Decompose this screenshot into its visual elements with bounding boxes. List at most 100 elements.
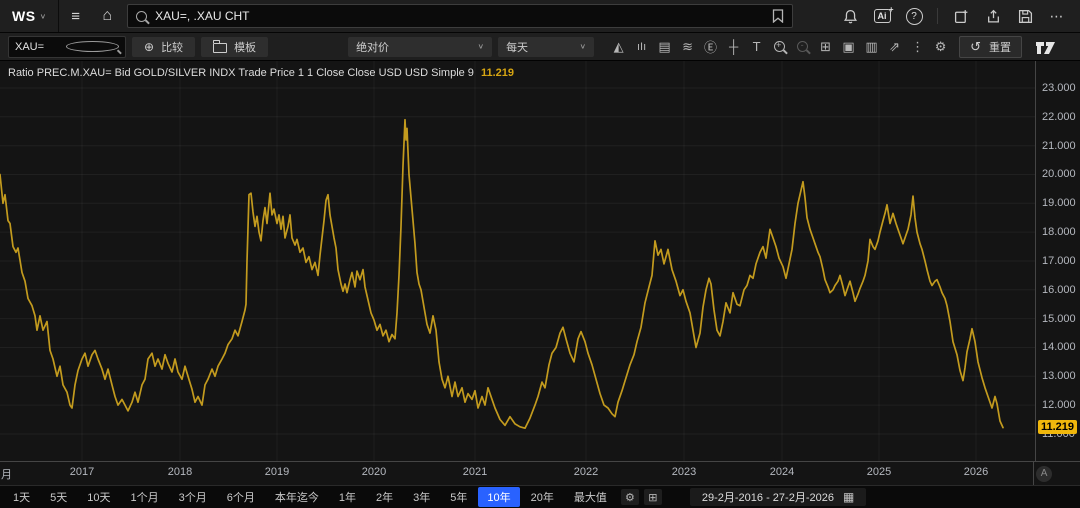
last-price-badge: 11.219 bbox=[1038, 420, 1077, 434]
date-range-value: 29-2月-2016 - 27-2月-2026 bbox=[702, 489, 834, 505]
waves-icon[interactable]: ≋ bbox=[679, 37, 696, 57]
tradingview-logo[interactable] bbox=[1036, 40, 1055, 54]
template-label: 模板 bbox=[234, 39, 256, 55]
range-button-本年迄今[interactable]: 本年迄今 bbox=[266, 487, 328, 507]
save-button[interactable] bbox=[1012, 0, 1038, 32]
time-axis-label: 2018 bbox=[158, 466, 202, 478]
share-icon bbox=[986, 9, 1001, 24]
more-icon: ⋯ bbox=[1050, 8, 1065, 25]
price-axis[interactable]: 23.00022.00021.00020.00019.00018.00017.0… bbox=[1035, 61, 1080, 461]
notifications-bell-button[interactable] bbox=[837, 0, 863, 32]
topbar-right-icons: Ai+ ? ⋯ bbox=[837, 0, 1080, 32]
measure-icon[interactable]: ┼ bbox=[725, 37, 742, 57]
price-mode-select[interactable]: 绝对价 ∨ bbox=[348, 37, 492, 57]
gear-icon: ⚙ bbox=[625, 491, 635, 504]
time-axis-label: 2017 bbox=[60, 466, 104, 478]
new-window-button[interactable] bbox=[948, 0, 974, 32]
range-button-5年[interactable]: 5年 bbox=[441, 487, 476, 507]
price-axis-label: 23.000 bbox=[1042, 81, 1076, 95]
global-search-input[interactable]: XAU=, .XAU CHT bbox=[127, 4, 793, 28]
search-value: XAU=, .XAU CHT bbox=[155, 9, 764, 23]
ai-assistant-button[interactable]: Ai+ bbox=[869, 0, 895, 32]
symbol-value: XAU= bbox=[15, 41, 66, 53]
home-button[interactable]: ⌂ bbox=[91, 0, 123, 32]
range-button-5天[interactable]: 5天 bbox=[41, 487, 76, 507]
time-axis-label: 2023 bbox=[662, 466, 706, 478]
bookmark-icon[interactable] bbox=[772, 9, 784, 23]
chart-plot[interactable]: Ratio PREC.M.XAU= Bid GOLD/SILVER INDX T… bbox=[0, 61, 1035, 461]
chart-style-icon[interactable]: ◭ bbox=[610, 37, 627, 57]
more-options-button[interactable]: ⋯ bbox=[1044, 0, 1070, 32]
price-axis-label: 19.000 bbox=[1042, 196, 1076, 210]
range-button-1年[interactable]: 1年 bbox=[330, 487, 365, 507]
range-button-1天[interactable]: 1天 bbox=[4, 487, 39, 507]
help-icon: ? bbox=[906, 8, 923, 25]
price-axis-label: 16.000 bbox=[1042, 283, 1076, 297]
range-button-最大值[interactable]: 最大值 bbox=[565, 487, 616, 507]
template-button[interactable]: 模板 bbox=[201, 37, 268, 57]
expand-icon[interactable]: ▣ bbox=[840, 37, 857, 57]
grid-icon: ⊞ bbox=[648, 491, 657, 504]
search-icon bbox=[66, 41, 119, 52]
price-axis-label: 18.000 bbox=[1042, 225, 1076, 239]
price-axis-label: 17.000 bbox=[1042, 254, 1076, 268]
reset-button[interactable]: ↺ 重置 bbox=[959, 36, 1022, 58]
help-button[interactable]: ? bbox=[901, 0, 927, 32]
hamburger-menu-button[interactable]: ≡ bbox=[59, 0, 91, 32]
home-icon: ⌂ bbox=[102, 7, 112, 25]
share-button[interactable] bbox=[980, 0, 1006, 32]
interval-select[interactable]: 每天 ∨ bbox=[498, 37, 594, 57]
more-vertical-icon[interactable]: ⋮ bbox=[909, 37, 926, 57]
range-button-20年[interactable]: 20年 bbox=[522, 487, 563, 507]
compare-label: 比较 bbox=[161, 39, 183, 55]
text-tool-icon[interactable]: T bbox=[748, 37, 765, 57]
ws-logo: WS bbox=[12, 8, 36, 24]
range-button-3个月[interactable]: 3个月 bbox=[170, 487, 216, 507]
range-button-10天[interactable]: 10天 bbox=[78, 487, 119, 507]
settings-gear-icon[interactable]: ⚙ bbox=[932, 37, 949, 57]
interval-value: 每天 bbox=[506, 39, 579, 55]
range-toolbar: 1天5天10天1个月3个月6个月本年迄今1年2年3年5年10年20年最大值 ⚙ … bbox=[0, 485, 1080, 508]
autoscale-button[interactable]: A bbox=[1036, 466, 1052, 482]
layers-icon[interactable]: ▤ bbox=[656, 37, 673, 57]
symbol-input[interactable]: XAU= bbox=[8, 36, 126, 58]
chart-export-icon[interactable]: ⇗ bbox=[886, 37, 903, 57]
time-axis[interactable]: 月201720182019202020212022202320242025202… bbox=[0, 461, 1080, 485]
price-axis-label: 22.000 bbox=[1042, 110, 1076, 124]
divider bbox=[937, 8, 938, 24]
range-button-3年[interactable]: 3年 bbox=[404, 487, 439, 507]
time-axis-label: 2024 bbox=[760, 466, 804, 478]
time-axis-label: 2025 bbox=[857, 466, 901, 478]
top-bar: WS ∨ ≡ ⌂ XAU=, .XAU CHT Ai+ ? ⋯ bbox=[0, 0, 1080, 33]
chevron-down-icon: ∨ bbox=[477, 42, 484, 51]
notebook-icon[interactable]: ▥ bbox=[863, 37, 880, 57]
layout-grid-button[interactable]: ⊞ bbox=[644, 489, 662, 505]
price-mode-value: 绝对价 bbox=[356, 39, 477, 55]
compare-icon: ⊕ bbox=[144, 40, 154, 54]
workspace-app: { "topbar": { "logo": "WS", "search_valu… bbox=[0, 0, 1080, 506]
bar-style-icon[interactable]: ıIı bbox=[633, 37, 650, 57]
workspace-menu[interactable]: WS ∨ bbox=[0, 0, 59, 32]
range-button-10年[interactable]: 10年 bbox=[478, 487, 519, 507]
series-legend[interactable]: Ratio PREC.M.XAU= Bid GOLD/SILVER INDX T… bbox=[8, 67, 514, 79]
range-button-1个月[interactable]: 1个月 bbox=[122, 487, 168, 507]
price-axis-label: 21.000 bbox=[1042, 139, 1076, 153]
price-axis-label: 12.000 bbox=[1042, 398, 1076, 412]
zoom-in-icon[interactable] bbox=[771, 37, 788, 57]
range-settings-button[interactable]: ⚙ bbox=[621, 489, 639, 505]
date-range-picker[interactable]: 29-2月-2016 - 27-2月-2026 ▦ bbox=[690, 488, 866, 506]
chevron-down-icon: ∨ bbox=[579, 42, 586, 51]
series-description: Ratio PREC.M.XAU= Bid GOLD/SILVER INDX T… bbox=[8, 67, 474, 79]
price-series-line bbox=[0, 61, 1035, 461]
events-icon[interactable]: Ⓔ bbox=[702, 37, 719, 57]
new-window-icon bbox=[954, 9, 969, 24]
zoom-out-icon[interactable] bbox=[794, 37, 811, 57]
range-button-2年[interactable]: 2年 bbox=[367, 487, 402, 507]
grid-layout-icon[interactable]: ⊞ bbox=[817, 37, 834, 57]
compare-button[interactable]: ⊕ 比较 bbox=[132, 37, 195, 57]
chart-toolbar: XAU= ⊕ 比较 模板 绝对价 ∨ 每天 ∨ ◭ıIı▤≋Ⓔ┼T⊞▣▥⇗⋮⚙ … bbox=[0, 33, 1080, 61]
hamburger-icon: ≡ bbox=[71, 8, 79, 25]
time-axis-labels: 月201720182019202020212022202320242025202… bbox=[0, 462, 1033, 485]
price-axis-label: 13.000 bbox=[1042, 369, 1076, 383]
range-button-6个月[interactable]: 6个月 bbox=[218, 487, 264, 507]
